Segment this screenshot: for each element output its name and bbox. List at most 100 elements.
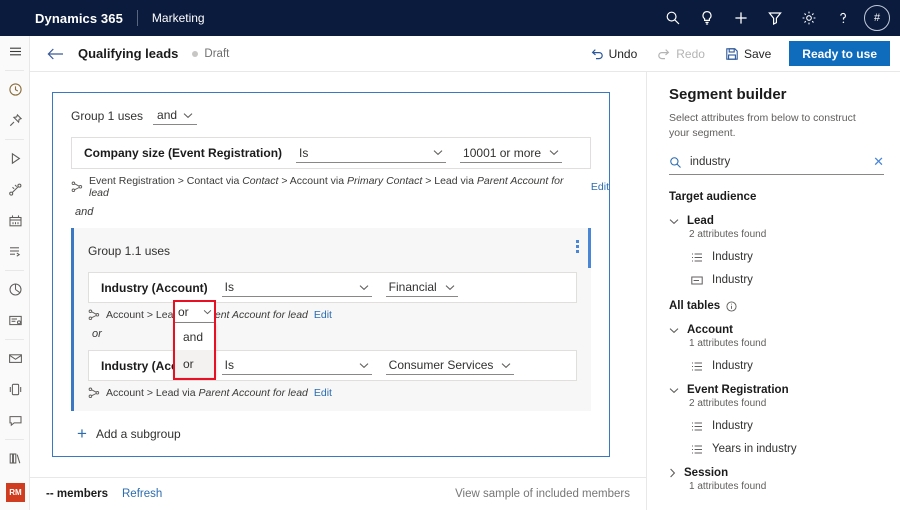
refresh-link[interactable]: Refresh	[122, 488, 162, 500]
condition-operator-value: Is	[225, 280, 234, 294]
table-header-lead[interactable]: Lead	[669, 215, 882, 227]
chat-icon[interactable]	[0, 405, 30, 436]
pin-icon[interactable]	[0, 105, 30, 136]
journey-icon[interactable]	[0, 174, 30, 205]
relationship-path-row: Event Registration > Contact via Contact…	[71, 175, 609, 199]
pie-chart-icon[interactable]	[0, 274, 30, 305]
relationship-path-text: Event Registration > Contact via Contact…	[89, 175, 585, 199]
condition-value-dropdown[interactable]: Financial	[386, 278, 458, 297]
undo-button[interactable]: Undo	[580, 41, 648, 67]
status-badge: Draft	[192, 48, 229, 60]
rail-divider	[5, 270, 24, 271]
condition-operator-dropdown[interactable]: Is	[296, 144, 446, 163]
play-icon[interactable]	[0, 143, 30, 174]
chevron-down-icon	[501, 362, 511, 369]
ready-to-use-button[interactable]: Ready to use	[789, 41, 890, 66]
attribute-item-lead-industry-text[interactable]: Industry	[691, 274, 882, 286]
attribute-count: 2 attributes found	[689, 229, 882, 240]
close-icon[interactable]: ✕	[873, 154, 884, 170]
view-sample-link[interactable]: View sample of included members	[455, 488, 630, 500]
all-tables-label: All tables	[669, 300, 720, 312]
relationship-path-text: Account > Lead via Parent Account for le…	[106, 387, 308, 399]
email-icon[interactable]	[0, 343, 30, 374]
recent-clock-icon[interactable]	[0, 74, 30, 105]
edit-path-link[interactable]: Edit	[314, 387, 332, 399]
condition-value-text: 10001 or more	[463, 146, 541, 160]
attribute-search-box[interactable]: ✕	[669, 154, 884, 175]
command-bar-actions: Undo Redo Save Ready to	[580, 41, 900, 67]
panel-title: Segment builder	[669, 86, 882, 103]
condition-operator-dropdown[interactable]: Is	[222, 278, 372, 297]
path-relation-1: Contact	[242, 175, 278, 187]
edit-path-link[interactable]: Edit	[314, 309, 332, 321]
search-icon[interactable]	[656, 0, 690, 36]
operator-option-or[interactable]: or	[174, 350, 216, 377]
table-header-event-registration[interactable]: Event Registration	[669, 384, 882, 396]
attribute-item-account-industry[interactable]: Industry	[691, 360, 882, 372]
rail-divider	[5, 439, 24, 440]
redo-label: Redo	[676, 47, 705, 61]
path-segment-2: > Account via	[278, 175, 347, 187]
group-1-1-container: Group 1.1 uses Industry (Account) Is	[71, 228, 591, 411]
attribute-label: Industry	[712, 360, 753, 372]
gear-icon[interactable]	[792, 0, 826, 36]
table-header-account[interactable]: Account	[669, 324, 882, 336]
top-navigation-bar: Dynamics 365 Marketing	[0, 0, 900, 36]
group-1-operator-dropdown[interactable]: and	[153, 107, 197, 125]
operator-option-and[interactable]: and	[174, 323, 216, 350]
info-icon[interactable]	[726, 301, 737, 312]
table-header-session[interactable]: Session	[669, 467, 882, 479]
target-audience-heading: Target audience	[669, 191, 882, 203]
segments-icon[interactable]	[0, 505, 30, 510]
help-icon[interactable]	[826, 0, 860, 36]
attribute-item-lead-industry-optionset[interactable]: Industry	[691, 251, 882, 263]
path-segment-1: Account > Lead via	[106, 387, 199, 399]
textfield-icon	[691, 275, 703, 286]
condition-value-dropdown[interactable]: Consumer Services	[386, 356, 515, 375]
condition-value-dropdown[interactable]: 10001 or more	[460, 144, 562, 163]
chevron-down-icon	[445, 284, 455, 291]
user-avatar[interactable]: #	[864, 5, 890, 31]
chevron-down-icon	[183, 112, 193, 119]
condition-operator-dropdown[interactable]: Is	[222, 356, 372, 375]
group-1-1-operator-dropdown-open[interactable]: or and or	[174, 301, 216, 377]
condition-operator-value: Is	[225, 358, 234, 372]
list-flow-icon[interactable]	[0, 236, 30, 267]
page-title: Qualifying leads	[78, 46, 178, 61]
form-icon[interactable]	[0, 305, 30, 336]
group-1-1-joiner-label: or	[92, 328, 591, 340]
add-subgroup-button[interactable]: + Add a subgroup	[77, 425, 609, 442]
rail-divider	[5, 339, 24, 340]
rail-divider	[5, 139, 24, 140]
segment-designer-canvas: Group 1 uses and Company size (Event Reg…	[30, 72, 645, 477]
redo-button[interactable]: Redo	[647, 41, 715, 67]
library-icon[interactable]	[0, 443, 30, 474]
save-button[interactable]: Save	[715, 41, 781, 67]
edit-path-link[interactable]: Edit	[591, 181, 609, 193]
lightbulb-icon[interactable]	[690, 0, 724, 36]
event-icon[interactable]	[0, 205, 30, 236]
back-arrow-icon[interactable]	[47, 47, 64, 61]
condition-row-industry-financial: Industry (Account) Is Financial	[88, 272, 577, 303]
path-segment-3: > Lead via	[422, 175, 477, 187]
subgroup-scroll-indicator[interactable]	[588, 228, 591, 268]
app-root: Dynamics 365 Marketing	[0, 0, 900, 510]
attribute-item-event-years-in-industry[interactable]: Years in industry	[691, 443, 882, 455]
kebab-dot	[576, 245, 579, 248]
mobile-icon[interactable]	[0, 374, 30, 405]
hamburger-menu-icon[interactable]	[0, 36, 30, 67]
chevron-down-icon	[669, 327, 679, 334]
table-group-session: Session 1 attributes found	[669, 467, 882, 492]
save-icon	[725, 47, 739, 61]
chevron-down-icon	[669, 387, 679, 394]
plus-icon[interactable]	[724, 0, 758, 36]
all-tables-heading: All tables	[669, 300, 882, 312]
filter-icon[interactable]	[758, 0, 792, 36]
table-name: Session	[684, 467, 728, 479]
condition-value-text: Consumer Services	[389, 358, 494, 372]
group-1-1-operator-selected[interactable]: or	[174, 301, 216, 323]
user-initials-avatar[interactable]: RM	[6, 483, 25, 502]
group-1-1-more-menu[interactable]	[576, 240, 579, 253]
attribute-item-event-industry[interactable]: Industry	[691, 420, 882, 432]
search-input[interactable]	[690, 156, 873, 168]
